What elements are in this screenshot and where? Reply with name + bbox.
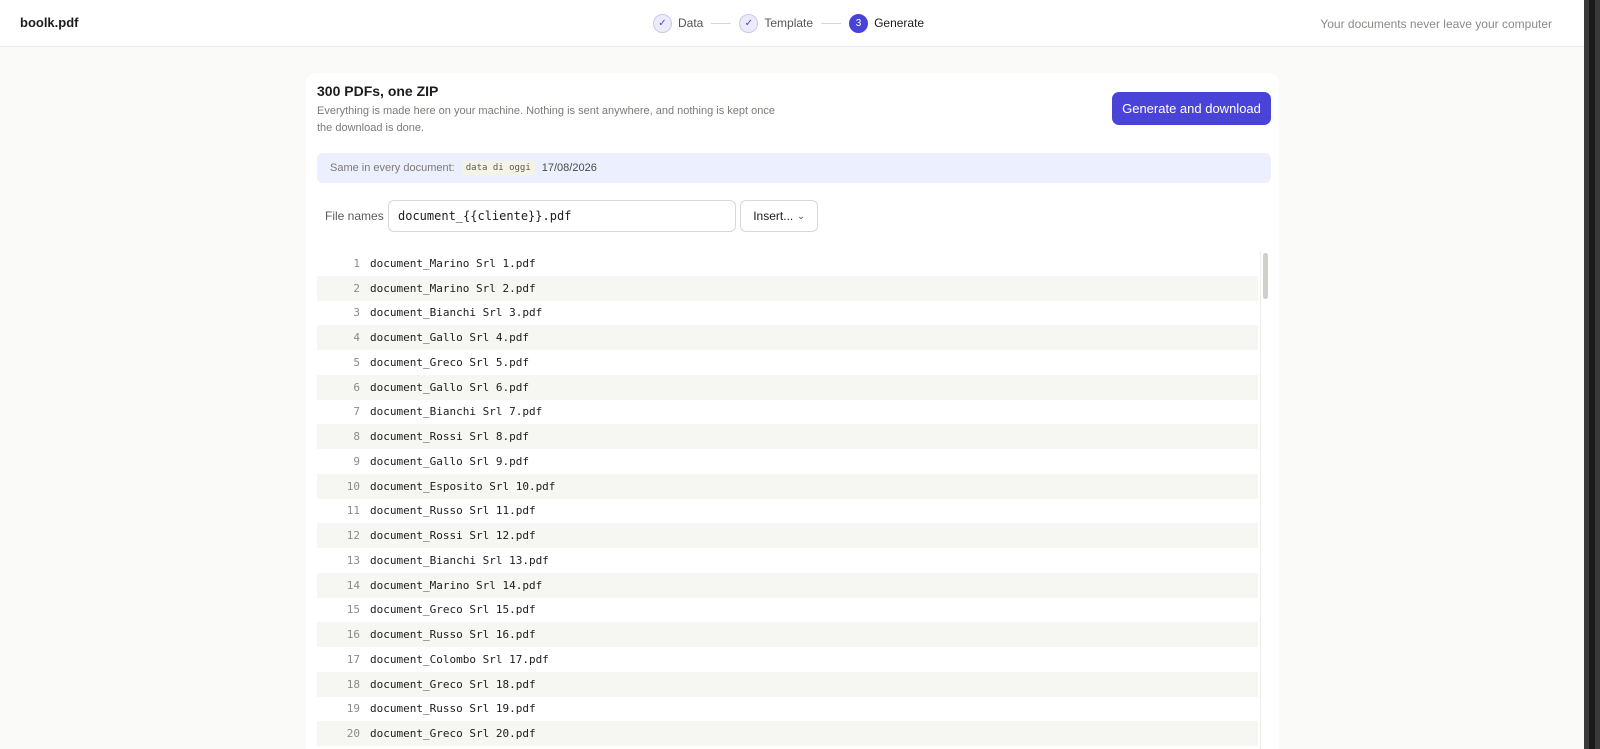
constant-key-tag: data di oggi bbox=[461, 161, 535, 175]
generate-download-button[interactable]: Generate and download bbox=[1112, 92, 1271, 125]
file-name: document_Russo Srl 11.pdf bbox=[370, 504, 536, 518]
file-name: document_Bianchi Srl 13.pdf bbox=[370, 553, 549, 567]
file-name: document_Rossi Srl 12.pdf bbox=[370, 529, 536, 543]
file-name: document_Gallo Srl 9.pdf bbox=[370, 454, 529, 468]
list-item: 8 document_Rossi Srl 8.pdf bbox=[317, 424, 1258, 449]
row-number: 8 bbox=[353, 430, 360, 444]
step-generate[interactable]: 3 Generate bbox=[849, 13, 925, 33]
list-item: 6 document_Gallo Srl 6.pdf bbox=[317, 374, 1258, 400]
app-brand[interactable]: boolk.pdf bbox=[20, 15, 79, 30]
file-name-pattern-input[interactable] bbox=[388, 200, 736, 232]
step-label-data: Data bbox=[678, 16, 704, 30]
file-name: document_Marino Srl 1.pdf bbox=[370, 256, 536, 270]
file-name: document_Gallo Srl 6.pdf bbox=[370, 380, 529, 394]
list-item: 16 document_Russo Srl 16.pdf bbox=[317, 622, 1258, 647]
list-item: 12 document_Rossi Srl 12.pdf bbox=[317, 523, 1258, 548]
row-number: 14 bbox=[346, 578, 360, 592]
generate-panel: 300 PDFs, one ZIP Everything is made her… bbox=[306, 73, 1279, 749]
list-item: 17 document_Colombo Srl 17.pdf bbox=[317, 647, 1258, 672]
row-number: 4 bbox=[353, 331, 360, 345]
privacy-note: Your documents never leave your computer bbox=[1320, 17, 1552, 31]
check-icon: ✓ bbox=[653, 13, 672, 33]
constant-value: 17/08/2026 bbox=[541, 162, 597, 174]
list-item: 1 document_Marino Srl 1.pdf bbox=[317, 251, 1258, 276]
window-edge-inner bbox=[1589, 0, 1595, 749]
row-number: 1 bbox=[353, 256, 360, 270]
file-name: document_Rossi Srl 8.pdf bbox=[370, 430, 529, 444]
constant-label: Same in every document: bbox=[330, 162, 455, 174]
file-name: document_Bianchi Srl 7.pdf bbox=[370, 405, 543, 419]
list-item: 11 document_Russo Srl 11.pdf bbox=[317, 499, 1258, 524]
step-data[interactable]: ✓ Data bbox=[653, 13, 704, 33]
list-item: 9 document_Gallo Srl 9.pdf bbox=[317, 449, 1258, 474]
file-name: document_Gallo Srl 4.pdf bbox=[370, 331, 529, 345]
list-item: 13 document_Bianchi Srl 13.pdf bbox=[317, 548, 1258, 573]
step-label-template: Template bbox=[764, 16, 814, 30]
file-name: document_Bianchi Srl 3.pdf bbox=[370, 306, 543, 320]
step-divider bbox=[821, 22, 842, 24]
row-number: 5 bbox=[353, 355, 360, 369]
row-number: 7 bbox=[353, 405, 360, 419]
scrollbar-thumb[interactable] bbox=[1263, 253, 1268, 299]
list-item: 10 document_Esposito Srl 10.pdf bbox=[317, 473, 1258, 499]
list-item: 3 document_Bianchi Srl 3.pdf bbox=[317, 301, 1258, 326]
list-item: 14 document_Marino Srl 14.pdf bbox=[317, 572, 1258, 598]
file-name: document_Greco Srl 5.pdf bbox=[370, 355, 529, 369]
list-item: 7 document_Bianchi Srl 7.pdf bbox=[317, 400, 1258, 425]
file-name: document_Russo Srl 16.pdf bbox=[370, 628, 536, 642]
step-template[interactable]: ✓ Template bbox=[739, 13, 814, 33]
row-number: 17 bbox=[346, 652, 360, 666]
row-number: 9 bbox=[353, 454, 360, 468]
constant-values-bar: Same in every document: data di oggi 17/… bbox=[317, 153, 1271, 183]
list-item: 20 document_Greco Srl 20.pdf bbox=[317, 721, 1258, 746]
list-item: 2 document_Marino Srl 2.pdf bbox=[317, 275, 1258, 301]
row-number: 11 bbox=[346, 504, 360, 518]
file-name: document_Marino Srl 2.pdf bbox=[370, 281, 536, 295]
top-bar: boolk.pdf ✓ Data ✓ Template 3 Generate Y… bbox=[0, 0, 1584, 47]
list-item: 19 document_Russo Srl 19.pdf bbox=[317, 697, 1258, 722]
file-name: document_Colombo Srl 17.pdf bbox=[370, 652, 549, 666]
file-name: document_Marino Srl 14.pdf bbox=[370, 578, 543, 592]
window-edge bbox=[1584, 0, 1600, 749]
insert-label: Insert... bbox=[753, 209, 794, 223]
file-name: document_Esposito Srl 10.pdf bbox=[370, 479, 556, 493]
check-icon: ✓ bbox=[739, 13, 759, 33]
list-scrollbar[interactable] bbox=[1260, 251, 1270, 749]
list-item: 5 document_Greco Srl 5.pdf bbox=[317, 350, 1258, 375]
file-name: document_Greco Srl 15.pdf bbox=[370, 603, 536, 617]
row-number: 18 bbox=[346, 677, 360, 691]
row-number: 19 bbox=[346, 702, 360, 716]
file-names-label: File names bbox=[325, 209, 384, 223]
list-item: 4 document_Gallo Srl 4.pdf bbox=[317, 325, 1258, 350]
file-name: document_Greco Srl 18.pdf bbox=[370, 677, 536, 691]
panel-title: 300 PDFs, one ZIP bbox=[317, 83, 439, 99]
row-number: 12 bbox=[346, 529, 360, 543]
file-name: document_Greco Srl 20.pdf bbox=[370, 727, 536, 741]
row-number: 15 bbox=[346, 603, 360, 617]
stepper: ✓ Data ✓ Template 3 Generate bbox=[653, 13, 924, 33]
row-number: 3 bbox=[353, 306, 360, 320]
insert-field-button[interactable]: Insert... ⌄ bbox=[740, 200, 818, 232]
row-number: 20 bbox=[346, 727, 360, 741]
list-item: 18 document_Greco Srl 18.pdf bbox=[317, 671, 1258, 697]
chevron-down-icon: ⌄ bbox=[797, 210, 805, 221]
row-number: 16 bbox=[346, 628, 360, 642]
panel-description: Everything is made here on your machine.… bbox=[317, 105, 775, 134]
step-divider bbox=[711, 22, 732, 24]
list-item: 15 document_Greco Srl 15.pdf bbox=[317, 598, 1258, 623]
step-number-badge: 3 bbox=[849, 13, 869, 33]
row-number: 2 bbox=[353, 281, 360, 295]
file-name: document_Russo Srl 19.pdf bbox=[370, 702, 536, 716]
row-number: 13 bbox=[346, 553, 360, 567]
file-name-preview-list[interactable]: 1 document_Marino Srl 1.pdf 2 document_Mari… bbox=[317, 251, 1258, 749]
row-number: 10 bbox=[346, 479, 360, 493]
step-label-generate: Generate bbox=[874, 16, 925, 30]
row-number: 6 bbox=[353, 380, 360, 394]
